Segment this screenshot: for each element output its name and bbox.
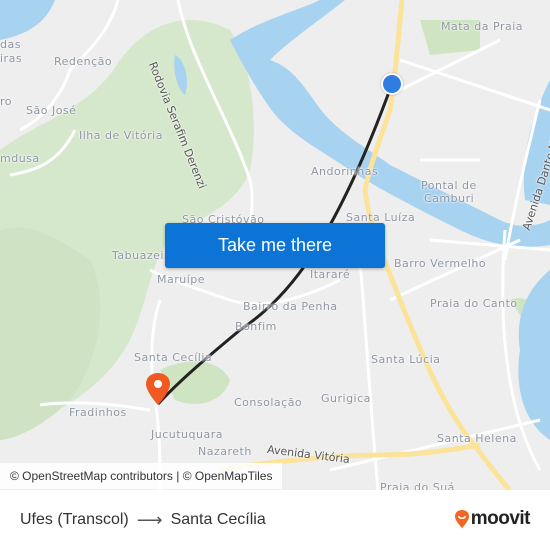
map-label-das: das (0, 38, 21, 51)
map-label-bairro-da-penha: Bairro da Penha (243, 300, 338, 313)
map-label-consolacao: Consolação (234, 396, 303, 409)
route-summary: Ufes (Transcol) ⟶ Santa Cecília (20, 490, 266, 550)
water-channel (230, 0, 550, 247)
map-label-redencao: Redenção (54, 55, 113, 68)
arrow-right-icon: ⟶ (136, 509, 163, 530)
map-label-maruipe: Maruípe (157, 273, 206, 286)
map-label-praia-do-sua: Praia do Suá (380, 481, 455, 490)
map-label-sao-jose: São José (26, 104, 77, 117)
origin-marker[interactable] (381, 73, 403, 95)
map-label-ilha-de-vitoria: Ilha de Vitória (79, 129, 163, 142)
map-label-pontal-de-camburi: Pontal de (421, 179, 477, 192)
map-label-nazareth: Nazareth (198, 445, 252, 458)
map-label-iras: iras (0, 52, 23, 65)
water-bay (0, 0, 55, 40)
map-pin-icon (146, 373, 170, 405)
water-ocean (518, 270, 550, 440)
map-label-mata-da-praia: Mata da Praia (441, 20, 524, 33)
map-label-santa-helena: Santa Helena (437, 432, 517, 445)
map-attribution[interactable]: © OpenStreetMap contributors | © OpenMap… (0, 463, 283, 489)
map-label-mdusa: mdusa (0, 152, 40, 165)
origin-name: Ufes (Transcol) (20, 511, 129, 528)
footer: Ufes (Transcol) ⟶ Santa Cecília moovit (0, 490, 550, 550)
take-me-there-button[interactable]: Take me there (165, 223, 385, 268)
map-label-barro-vermelho: Barro Vermelho (394, 257, 487, 270)
map-label-ro: ro (0, 95, 13, 108)
map-label-bonfim: Bonfim (235, 320, 277, 333)
map[interactable]: Mata da Praia das iras Redenção ro São J… (0, 0, 550, 490)
map-label-pontal-de-camburi: Camburi (424, 192, 475, 205)
brand-name: moovit (470, 508, 531, 529)
map-label-jucutuquara: Jucutuquara (151, 428, 223, 441)
moovit-logo: moovit (454, 508, 531, 530)
map-label-praia-do-canto: Praia do Canto (430, 297, 518, 310)
map-label-fradinhos: Fradinhos (69, 406, 127, 419)
destination-name: Santa Cecília (170, 511, 266, 528)
map-label-santa-lucia: Santa Lúcia (371, 353, 441, 366)
moovit-pin-icon (454, 510, 469, 528)
map-label-itarare: Itararé (310, 268, 351, 281)
destination-marker[interactable] (145, 372, 171, 406)
map-label-gurigica: Gurigica (321, 392, 371, 405)
map-label-santa-cecilia: Santa Cecília (134, 351, 213, 364)
map-label-andorinhas: Andorinhas (311, 165, 379, 178)
